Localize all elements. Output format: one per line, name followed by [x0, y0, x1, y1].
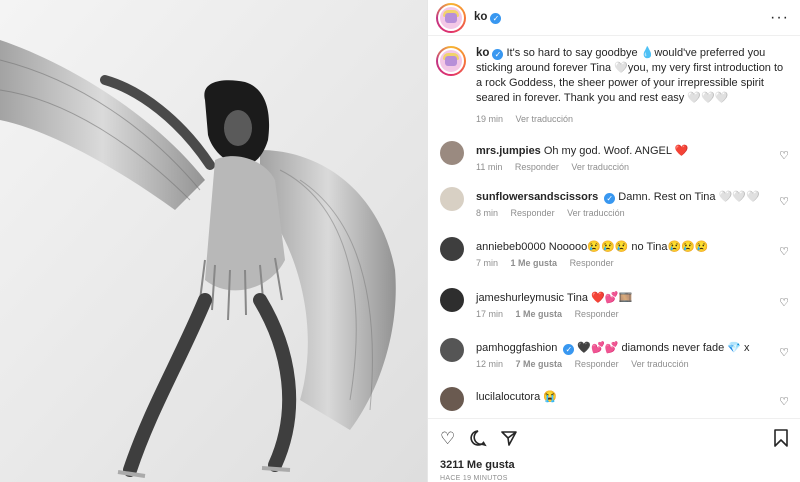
- comment-username[interactable]: anniebeb0000: [476, 241, 546, 253]
- comment-likes-count[interactable]: 1 Me gusta: [511, 258, 558, 268]
- caption-avatar[interactable]: [436, 46, 466, 76]
- comment-text: Nooooo😢😢😢 no Tina😢😢😢: [548, 241, 709, 253]
- commenter-avatar[interactable]: [440, 187, 464, 211]
- comment-username[interactable]: sunflowersandscissors: [476, 191, 598, 203]
- comment: mrs.jumpies Oh my god. Woof. ANGEL ❤️ 11 …: [436, 141, 791, 185]
- comment-text: 🖤💕💕 diamonds never fade 💎 x: [577, 342, 750, 354]
- share-icon[interactable]: [500, 429, 518, 452]
- comment-username[interactable]: lucilalocutora: [476, 391, 540, 403]
- author-username[interactable]: ko: [474, 11, 487, 23]
- comment-icon[interactable]: [469, 429, 487, 452]
- comment-like-heart-icon[interactable]: ♡: [779, 346, 789, 359]
- commenter-avatar[interactable]: [440, 387, 464, 411]
- comment: pamhoggfashion ✓ 🖤💕💕 diamonds never fade 💎…: [436, 338, 791, 382]
- author-avatar[interactable]: [436, 3, 466, 33]
- commenter-avatar[interactable]: [440, 338, 464, 362]
- comment-like-heart-icon[interactable]: ♡: [779, 195, 789, 208]
- comment-translate-link[interactable]: Ver traducción: [571, 162, 629, 172]
- bookmark-icon[interactable]: [773, 429, 789, 452]
- comment-reply-link[interactable]: Responder: [575, 309, 619, 319]
- comment-like-heart-icon[interactable]: ♡: [779, 296, 789, 309]
- comment-text: Damn. Rest on Tina 🤍🤍🤍: [618, 191, 760, 203]
- comment-like-heart-icon[interactable]: ♡: [779, 149, 789, 162]
- verified-badge-icon: ✓: [492, 49, 504, 60]
- comment-like-heart-icon[interactable]: ♡: [779, 245, 789, 258]
- post-panel: ko ✓ ··· ko ✓ It's so hard to say goodbye …: [427, 0, 800, 482]
- verified-badge-icon: ✓: [490, 13, 502, 24]
- comment: sunflowersandscissors ✓ Damn. Rest on Tina…: [436, 187, 791, 231]
- verified-badge-icon: ✓: [604, 193, 616, 204]
- comment-translate-link[interactable]: Ver traducción: [567, 208, 625, 218]
- comment-username[interactable]: mrs.jumpies: [476, 145, 541, 157]
- verified-badge-icon: ✓: [563, 344, 575, 355]
- commenter-avatar[interactable]: [440, 288, 464, 312]
- comment-text: Tina ❤️💕🎞️: [567, 292, 633, 304]
- post-actions: ♡ 3211 Me gusta HACE 19 MINUTOS: [428, 418, 800, 482]
- caption-username[interactable]: ko: [476, 47, 489, 59]
- commenter-avatar[interactable]: [440, 237, 464, 261]
- post-time-ago: HACE 19 MINUTOS: [440, 475, 508, 482]
- post-header: ko ✓ ···: [428, 0, 800, 36]
- comment-reply-link[interactable]: Responder: [575, 359, 619, 369]
- comment-like-heart-icon[interactable]: ♡: [779, 395, 789, 408]
- comment-reply-link[interactable]: Responder: [511, 208, 555, 218]
- comment: anniebeb0000 Nooooo😢😢😢 no Tina😢😢😢 7 min 1…: [436, 237, 791, 281]
- comment-time: 11 min: [476, 162, 503, 172]
- likes-count[interactable]: 3211 Me gusta: [440, 459, 515, 471]
- comment-time: 7 min: [476, 258, 499, 268]
- caption-time: 19 min: [476, 114, 504, 124]
- comment-translate-link[interactable]: Ver traducción: [631, 359, 689, 369]
- comment-username[interactable]: pamhoggfashion: [476, 342, 557, 354]
- comment-likes-count[interactable]: 1 Me gusta: [516, 309, 563, 319]
- comment-time: 12 min: [476, 359, 504, 369]
- post-image: [0, 0, 427, 482]
- comment: jameshurleymusic Tina ❤️💕🎞️ 17 min 1 Me g…: [436, 288, 791, 332]
- comment-likes-count[interactable]: 7 Me gusta: [516, 359, 563, 369]
- comment-username[interactable]: jameshurleymusic: [476, 292, 564, 304]
- more-options-icon[interactable]: ···: [770, 9, 789, 27]
- caption-translate-link[interactable]: Ver traducción: [516, 114, 574, 124]
- comment-text: 😭: [543, 391, 557, 403]
- comment-reply-link[interactable]: Responder: [515, 162, 559, 172]
- commenter-avatar[interactable]: [440, 141, 464, 165]
- comment-reply-link[interactable]: Responder: [570, 258, 614, 268]
- comment-time: 8 min: [476, 208, 499, 218]
- caption-text: It's so hard to say goodbye 💧would've pr…: [476, 47, 784, 104]
- comment-text: Oh my god. Woof. ANGEL ❤️: [543, 145, 689, 157]
- comment-time: 17 min: [476, 309, 504, 319]
- heart-icon[interactable]: ♡: [440, 429, 455, 449]
- post-photo[interactable]: [0, 0, 427, 482]
